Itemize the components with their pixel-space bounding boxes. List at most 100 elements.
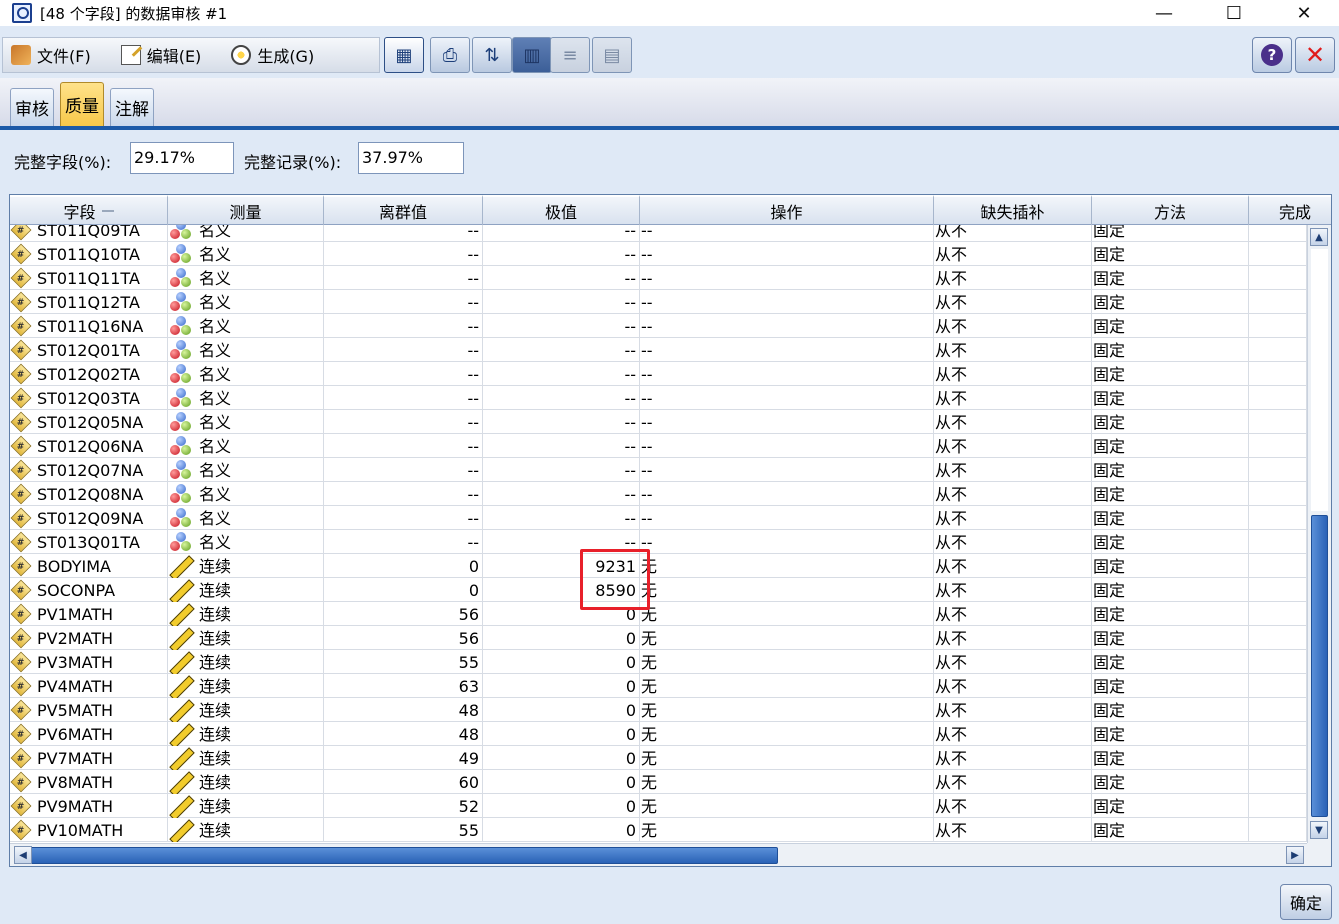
cell-field[interactable]: PV3MATH bbox=[10, 650, 168, 674]
cell-complete[interactable] bbox=[1249, 746, 1307, 770]
cell-impute[interactable]: 从不 bbox=[934, 602, 1092, 626]
cell-field[interactable]: ST011Q12TA bbox=[10, 290, 168, 314]
scroll-right-button[interactable]: ▶ bbox=[1286, 846, 1304, 864]
cell-extremes[interactable]: 0 bbox=[483, 626, 640, 650]
cell-complete[interactable] bbox=[1249, 458, 1307, 482]
table-row[interactable]: PV6MATH 连续 480无从不固定 bbox=[10, 722, 1307, 746]
table-row[interactable]: ST011Q12TA名义------从不固定 bbox=[10, 290, 1307, 314]
cell-outliers[interactable]: -- bbox=[324, 338, 483, 362]
cell-extremes[interactable]: -- bbox=[483, 290, 640, 314]
cell-outliers[interactable]: -- bbox=[324, 434, 483, 458]
cell-complete[interactable] bbox=[1249, 530, 1307, 554]
minimize-button[interactable]: — bbox=[1129, 0, 1199, 26]
table-row[interactable]: ST012Q01TA名义------从不固定 bbox=[10, 338, 1307, 362]
cell-complete[interactable] bbox=[1249, 770, 1307, 794]
menu-file[interactable]: 文件(F) bbox=[3, 38, 99, 72]
cell-field[interactable]: ST012Q05NA bbox=[10, 410, 168, 434]
cell-action[interactable]: 无 bbox=[640, 554, 934, 578]
table-row[interactable]: PV3MATH 连续 550无从不固定 bbox=[10, 650, 1307, 674]
cell-complete[interactable] bbox=[1249, 266, 1307, 290]
cell-outliers[interactable]: -- bbox=[324, 290, 483, 314]
cell-complete[interactable] bbox=[1249, 674, 1307, 698]
cell-field[interactable]: PV8MATH bbox=[10, 770, 168, 794]
cell-outliers[interactable]: -- bbox=[324, 482, 483, 506]
cell-method[interactable]: 固定 bbox=[1092, 434, 1249, 458]
cell-outliers[interactable]: 48 bbox=[324, 698, 483, 722]
column-header-complete[interactable]: 完成 bbox=[1249, 195, 1331, 225]
cell-outliers[interactable]: -- bbox=[324, 225, 483, 242]
cell-measure[interactable]: 连续 bbox=[168, 722, 324, 746]
cell-measure[interactable]: 连续 bbox=[168, 554, 324, 578]
cell-field[interactable]: BODYIMA bbox=[10, 554, 168, 578]
cell-field[interactable]: ST012Q02TA bbox=[10, 362, 168, 386]
table-row[interactable]: BODYIMA 连续 09231无从不固定 bbox=[10, 554, 1307, 578]
cell-field[interactable]: ST012Q08NA bbox=[10, 482, 168, 506]
cell-outliers[interactable]: 63 bbox=[324, 674, 483, 698]
column-header-outliers[interactable]: 离群值 bbox=[324, 195, 483, 225]
cell-outliers[interactable]: -- bbox=[324, 458, 483, 482]
cell-action[interactable]: -- bbox=[640, 242, 934, 266]
cell-action[interactable]: -- bbox=[640, 266, 934, 290]
cell-measure[interactable]: 名义 bbox=[168, 434, 324, 458]
cell-method[interactable]: 固定 bbox=[1092, 530, 1249, 554]
cell-method[interactable]: 固定 bbox=[1092, 674, 1249, 698]
scroll-track[interactable] bbox=[1311, 249, 1328, 511]
cell-action[interactable]: 无 bbox=[640, 818, 934, 842]
cell-impute[interactable]: 从不 bbox=[934, 698, 1092, 722]
cell-impute[interactable]: 从不 bbox=[934, 362, 1092, 386]
cell-measure[interactable]: 名义 bbox=[168, 530, 324, 554]
cell-field[interactable]: ST012Q01TA bbox=[10, 338, 168, 362]
cell-measure[interactable]: 名义 bbox=[168, 338, 324, 362]
cell-method[interactable]: 固定 bbox=[1092, 386, 1249, 410]
cell-field[interactable]: PV10MATH bbox=[10, 818, 168, 842]
cell-action[interactable]: -- bbox=[640, 410, 934, 434]
table-row[interactable]: ST011Q10TA名义------从不固定 bbox=[10, 242, 1307, 266]
cell-impute[interactable]: 从不 bbox=[934, 530, 1092, 554]
cell-outliers[interactable]: 49 bbox=[324, 746, 483, 770]
cell-method[interactable]: 固定 bbox=[1092, 626, 1249, 650]
table-row[interactable]: ST011Q09TA名义------从不固定 bbox=[10, 225, 1307, 242]
cell-field[interactable]: ST012Q03TA bbox=[10, 386, 168, 410]
cell-method[interactable]: 固定 bbox=[1092, 362, 1249, 386]
cell-measure[interactable]: 连续 bbox=[168, 746, 324, 770]
cell-extremes[interactable]: 0 bbox=[483, 722, 640, 746]
cell-outliers[interactable]: 55 bbox=[324, 650, 483, 674]
cell-complete[interactable] bbox=[1249, 554, 1307, 578]
cell-impute[interactable]: 从不 bbox=[934, 818, 1092, 842]
table-row[interactable]: ST011Q11TA名义------从不固定 bbox=[10, 266, 1307, 290]
cell-complete[interactable] bbox=[1249, 314, 1307, 338]
cell-impute[interactable]: 从不 bbox=[934, 722, 1092, 746]
table-row[interactable]: ST012Q06NA名义------从不固定 bbox=[10, 434, 1307, 458]
table-row[interactable]: ST012Q08NA名义------从不固定 bbox=[10, 482, 1307, 506]
tab-quality[interactable]: 质量 bbox=[60, 82, 104, 126]
cell-outliers[interactable]: 60 bbox=[324, 770, 483, 794]
cell-complete[interactable] bbox=[1249, 482, 1307, 506]
cell-extremes[interactable]: -- bbox=[483, 434, 640, 458]
cell-action[interactable]: -- bbox=[640, 290, 934, 314]
cell-complete[interactable] bbox=[1249, 338, 1307, 362]
table-row[interactable]: ST012Q05NA名义------从不固定 bbox=[10, 410, 1307, 434]
cell-complete[interactable] bbox=[1249, 362, 1307, 386]
cell-impute[interactable]: 从不 bbox=[934, 266, 1092, 290]
cell-extremes[interactable]: 0 bbox=[483, 602, 640, 626]
cell-impute[interactable]: 从不 bbox=[934, 434, 1092, 458]
cell-action[interactable]: -- bbox=[640, 482, 934, 506]
cell-measure[interactable]: 连续 bbox=[168, 818, 324, 842]
cell-outliers[interactable]: 0 bbox=[324, 554, 483, 578]
cell-measure[interactable]: 名义 bbox=[168, 362, 324, 386]
cell-method[interactable]: 固定 bbox=[1092, 458, 1249, 482]
cell-field[interactable]: ST012Q07NA bbox=[10, 458, 168, 482]
cell-impute[interactable]: 从不 bbox=[934, 626, 1092, 650]
cell-impute[interactable]: 从不 bbox=[934, 674, 1092, 698]
cell-method[interactable]: 固定 bbox=[1092, 794, 1249, 818]
cell-complete[interactable] bbox=[1249, 290, 1307, 314]
cell-method[interactable]: 固定 bbox=[1092, 818, 1249, 842]
horizontal-scrollbar[interactable]: ◀ ▶ bbox=[10, 843, 1307, 866]
vertical-scrollbar[interactable]: ▲ ▼ bbox=[1307, 225, 1331, 843]
column-header-extremes[interactable]: 极值 bbox=[483, 195, 640, 225]
cell-complete[interactable] bbox=[1249, 650, 1307, 674]
cell-field[interactable]: ST011Q11TA bbox=[10, 266, 168, 290]
cell-outliers[interactable]: -- bbox=[324, 266, 483, 290]
cell-extremes[interactable]: -- bbox=[483, 458, 640, 482]
cell-method[interactable]: 固定 bbox=[1092, 242, 1249, 266]
